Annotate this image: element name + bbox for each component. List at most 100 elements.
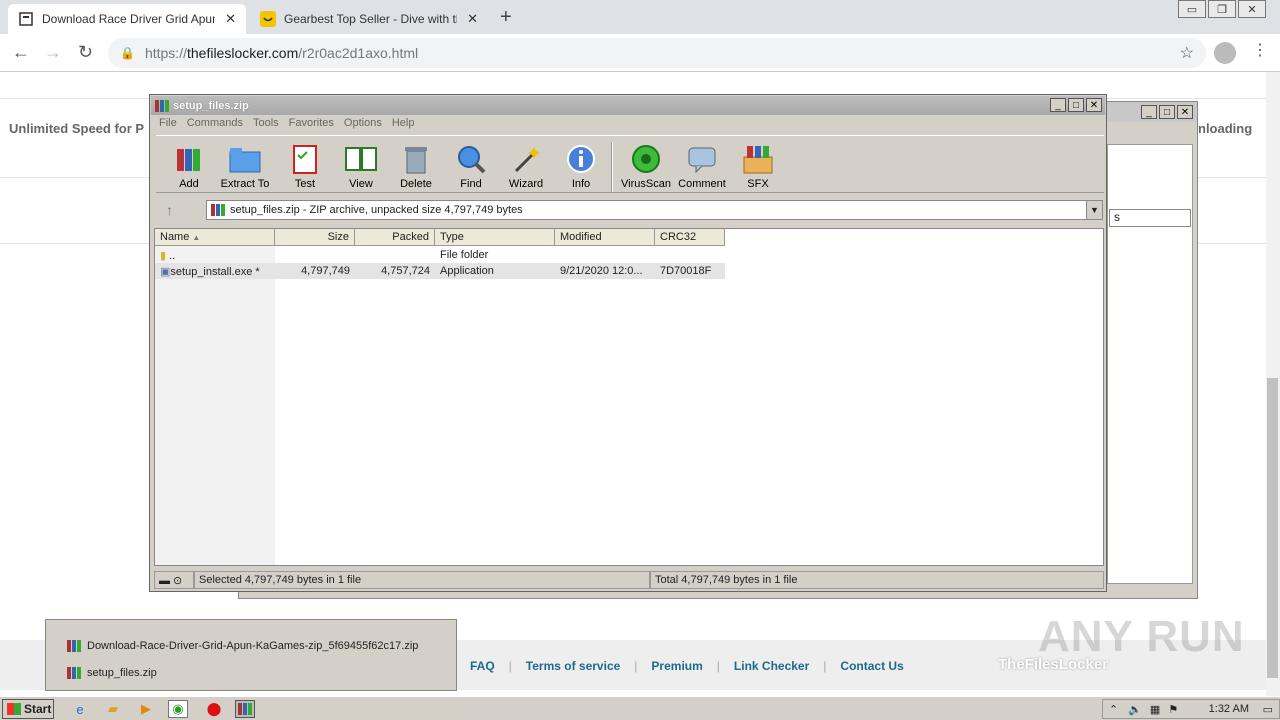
folder-icon: ▮ — [160, 250, 167, 262]
bookmark-star-icon[interactable]: ☆ — [1180, 43, 1194, 63]
status-bar: ▬ ⊙ Selected 4,797,749 bytes in 1 file T… — [154, 571, 1104, 589]
ie-icon[interactable]: e — [70, 700, 90, 718]
menu-commands[interactable]: Commands — [187, 117, 243, 129]
close-tab-icon[interactable]: ✕ — [225, 11, 236, 27]
up-arrow-icon[interactable]: ↑ — [166, 202, 173, 218]
restore-icon[interactable]: ❐ — [1208, 0, 1236, 18]
maximize-icon[interactable]: □ — [1068, 98, 1084, 112]
footer-link-terms[interactable]: Terms of service — [526, 659, 621, 673]
menu-options[interactable]: Options — [344, 117, 382, 129]
delete-button[interactable]: Delete — [389, 142, 443, 190]
info-icon — [564, 142, 598, 176]
row-crc: 7D70018F — [660, 265, 712, 277]
close-icon[interactable]: ✕ — [1086, 98, 1102, 112]
trash-icon — [399, 142, 433, 176]
close-icon[interactable]: ✕ — [1238, 0, 1266, 18]
tab-gearbest[interactable]: Gearbest Top Seller - Dive with the C ✕ — [250, 4, 488, 34]
footer-link-faq[interactable]: FAQ — [470, 659, 495, 673]
checklist-icon — [288, 142, 322, 176]
archive-path-field[interactable]: setup_files.zip - ZIP archive, unpacked … — [206, 200, 1103, 220]
menu-file[interactable]: File — [159, 117, 177, 129]
col-type[interactable]: Type — [435, 229, 555, 246]
tab-active[interactable]: Download Race Driver Grid Apun Ka ✕ — [8, 4, 246, 34]
start-button[interactable]: Start — [2, 699, 54, 719]
footer-link-contact[interactable]: Contact Us — [840, 659, 903, 673]
test-button[interactable]: Test — [278, 142, 332, 190]
drive-icon: ▬ ⊙ — [154, 571, 194, 589]
minimize-icon[interactable]: _ — [1050, 98, 1066, 112]
magnifier-icon — [454, 142, 488, 176]
explorer-icon[interactable]: ▰ — [103, 700, 123, 718]
menu-tools[interactable]: Tools — [253, 117, 279, 129]
minimize-icon[interactable]: _ — [1141, 105, 1157, 119]
view-button[interactable]: View — [334, 142, 388, 190]
clock[interactable]: 1:32 AM — [1209, 703, 1249, 715]
close-icon[interactable]: ✕ — [1177, 105, 1193, 119]
window-title: setup_files.zip — [173, 99, 249, 112]
col-packed[interactable]: Packed — [355, 229, 435, 246]
winrar-icon — [66, 638, 82, 654]
popup-item[interactable]: Download-Race-Driver-Grid-Apun-KaGames-z… — [66, 638, 418, 654]
exe-icon: ▣ — [160, 266, 171, 278]
new-tab-button[interactable]: + — [500, 6, 512, 29]
winrar-taskbar-icon[interactable] — [235, 700, 255, 718]
status-total: Total 4,797,749 bytes in 1 file — [650, 571, 1104, 589]
taskbar: Start e ▰ ▶ ◉ ⬤ ⌃ 🔈 ▦ ⚑ 1:32 AM ▭ — [0, 696, 1280, 720]
col-size[interactable]: Size — [275, 229, 355, 246]
address-bar[interactable]: 🔒 https://thefileslocker.com/r2r0ac2d1ax… — [108, 38, 1206, 68]
archive-path-text: setup_files.zip - ZIP archive, unpacked … — [230, 204, 523, 216]
list-header: Name ▲ Size Packed Type Modified CRC32 — [155, 229, 725, 246]
network-icon[interactable]: ▦ — [1150, 703, 1160, 716]
book-icon — [344, 142, 378, 176]
minimize-icon[interactable]: ▭ — [1178, 0, 1206, 18]
scrollbar-thumb[interactable] — [1267, 378, 1278, 678]
anyrun-watermark: ANY RUN — [1038, 612, 1245, 661]
name-column-shade — [155, 246, 275, 565]
sfx-button[interactable]: SFX — [731, 142, 785, 190]
info-button[interactable]: Info — [554, 142, 608, 190]
row-name: ▮ .. — [160, 250, 176, 262]
flag-icon[interactable]: ⚑ — [1168, 703, 1178, 716]
popup-item[interactable]: setup_files.zip — [66, 665, 157, 681]
dropdown-icon[interactable]: ▼ — [1086, 201, 1102, 219]
profile-avatar[interactable] — [1214, 42, 1236, 64]
address-row: ↑ setup_files.zip - ZIP archive, unpacke… — [156, 199, 1104, 221]
toolbar: Add Extract To Test View Delete Find Wiz… — [156, 135, 1104, 193]
comment-icon — [685, 142, 719, 176]
winrar-icon — [154, 98, 170, 114]
list-item[interactable]: ▣setup_install.exe * 4,797,749 4,757,724… — [155, 263, 725, 279]
row-type: Application — [440, 265, 494, 277]
row-packed: 4,757,724 — [381, 265, 430, 277]
back-arrow-icon[interactable]: ← — [12, 42, 30, 63]
close-tab-icon[interactable]: ✕ — [467, 11, 478, 27]
col-modified[interactable]: Modified — [555, 229, 655, 246]
winrar-icon — [210, 202, 226, 218]
list-item[interactable]: ▮ .. File folder — [155, 247, 555, 263]
menu-icon[interactable]: ⋮ — [1252, 40, 1268, 60]
url-text: https://thefileslocker.com/r2r0ac2d1axo.… — [144, 45, 419, 61]
col-crc32[interactable]: CRC32 — [655, 229, 725, 246]
show-desktop-icon[interactable]: ▭ — [1263, 703, 1273, 716]
footer-links: FAQ | Terms of service | Premium | Link Che… — [470, 659, 904, 673]
media-player-icon[interactable]: ▶ — [136, 700, 156, 718]
wizard-button[interactable]: Wizard — [499, 142, 553, 190]
menu-bar: File Commands Tools Favorites Options He… — [154, 117, 419, 129]
virusscan-button[interactable]: VirusScan — [619, 142, 673, 190]
forward-arrow-icon[interactable]: → — [44, 42, 62, 63]
col-name[interactable]: Name ▲ — [155, 229, 275, 246]
menu-favorites[interactable]: Favorites — [289, 117, 334, 129]
extract-to-button[interactable]: Extract To — [218, 142, 272, 190]
reload-icon[interactable]: ↻ — [78, 42, 93, 63]
footer-link-premium[interactable]: Premium — [651, 659, 702, 673]
background-combo[interactable]: s — [1109, 209, 1191, 227]
add-button[interactable]: Add — [162, 142, 216, 190]
opera-icon[interactable]: ⬤ — [204, 700, 224, 718]
menu-help[interactable]: Help — [392, 117, 415, 129]
maximize-icon[interactable]: □ — [1159, 105, 1175, 119]
find-button[interactable]: Find — [444, 142, 498, 190]
comment-button[interactable]: Comment — [675, 142, 729, 190]
chevron-up-icon[interactable]: ⌃ — [1109, 703, 1118, 716]
chrome-icon[interactable]: ◉ — [168, 700, 188, 718]
footer-link-checker[interactable]: Link Checker — [734, 659, 809, 673]
volume-icon[interactable]: 🔈 — [1128, 703, 1142, 716]
